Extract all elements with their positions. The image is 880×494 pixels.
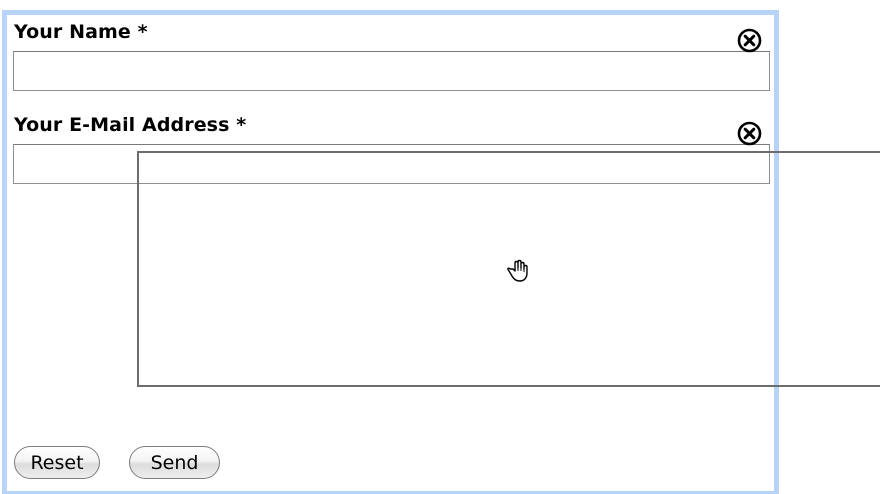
name-label: Your Name * [14, 21, 148, 43]
send-button[interactable]: Send [129, 446, 220, 479]
clear-email-icon[interactable] [736, 120, 763, 147]
open-hand-cursor-icon [507, 259, 528, 282]
page: Your Name * Your E-Mail Address * Reset … [0, 0, 880, 494]
clear-name-icon[interactable] [736, 27, 763, 54]
reset-button[interactable]: Reset [14, 446, 100, 479]
email-label: Your E-Mail Address * [14, 114, 247, 136]
name-input[interactable] [13, 51, 770, 91]
